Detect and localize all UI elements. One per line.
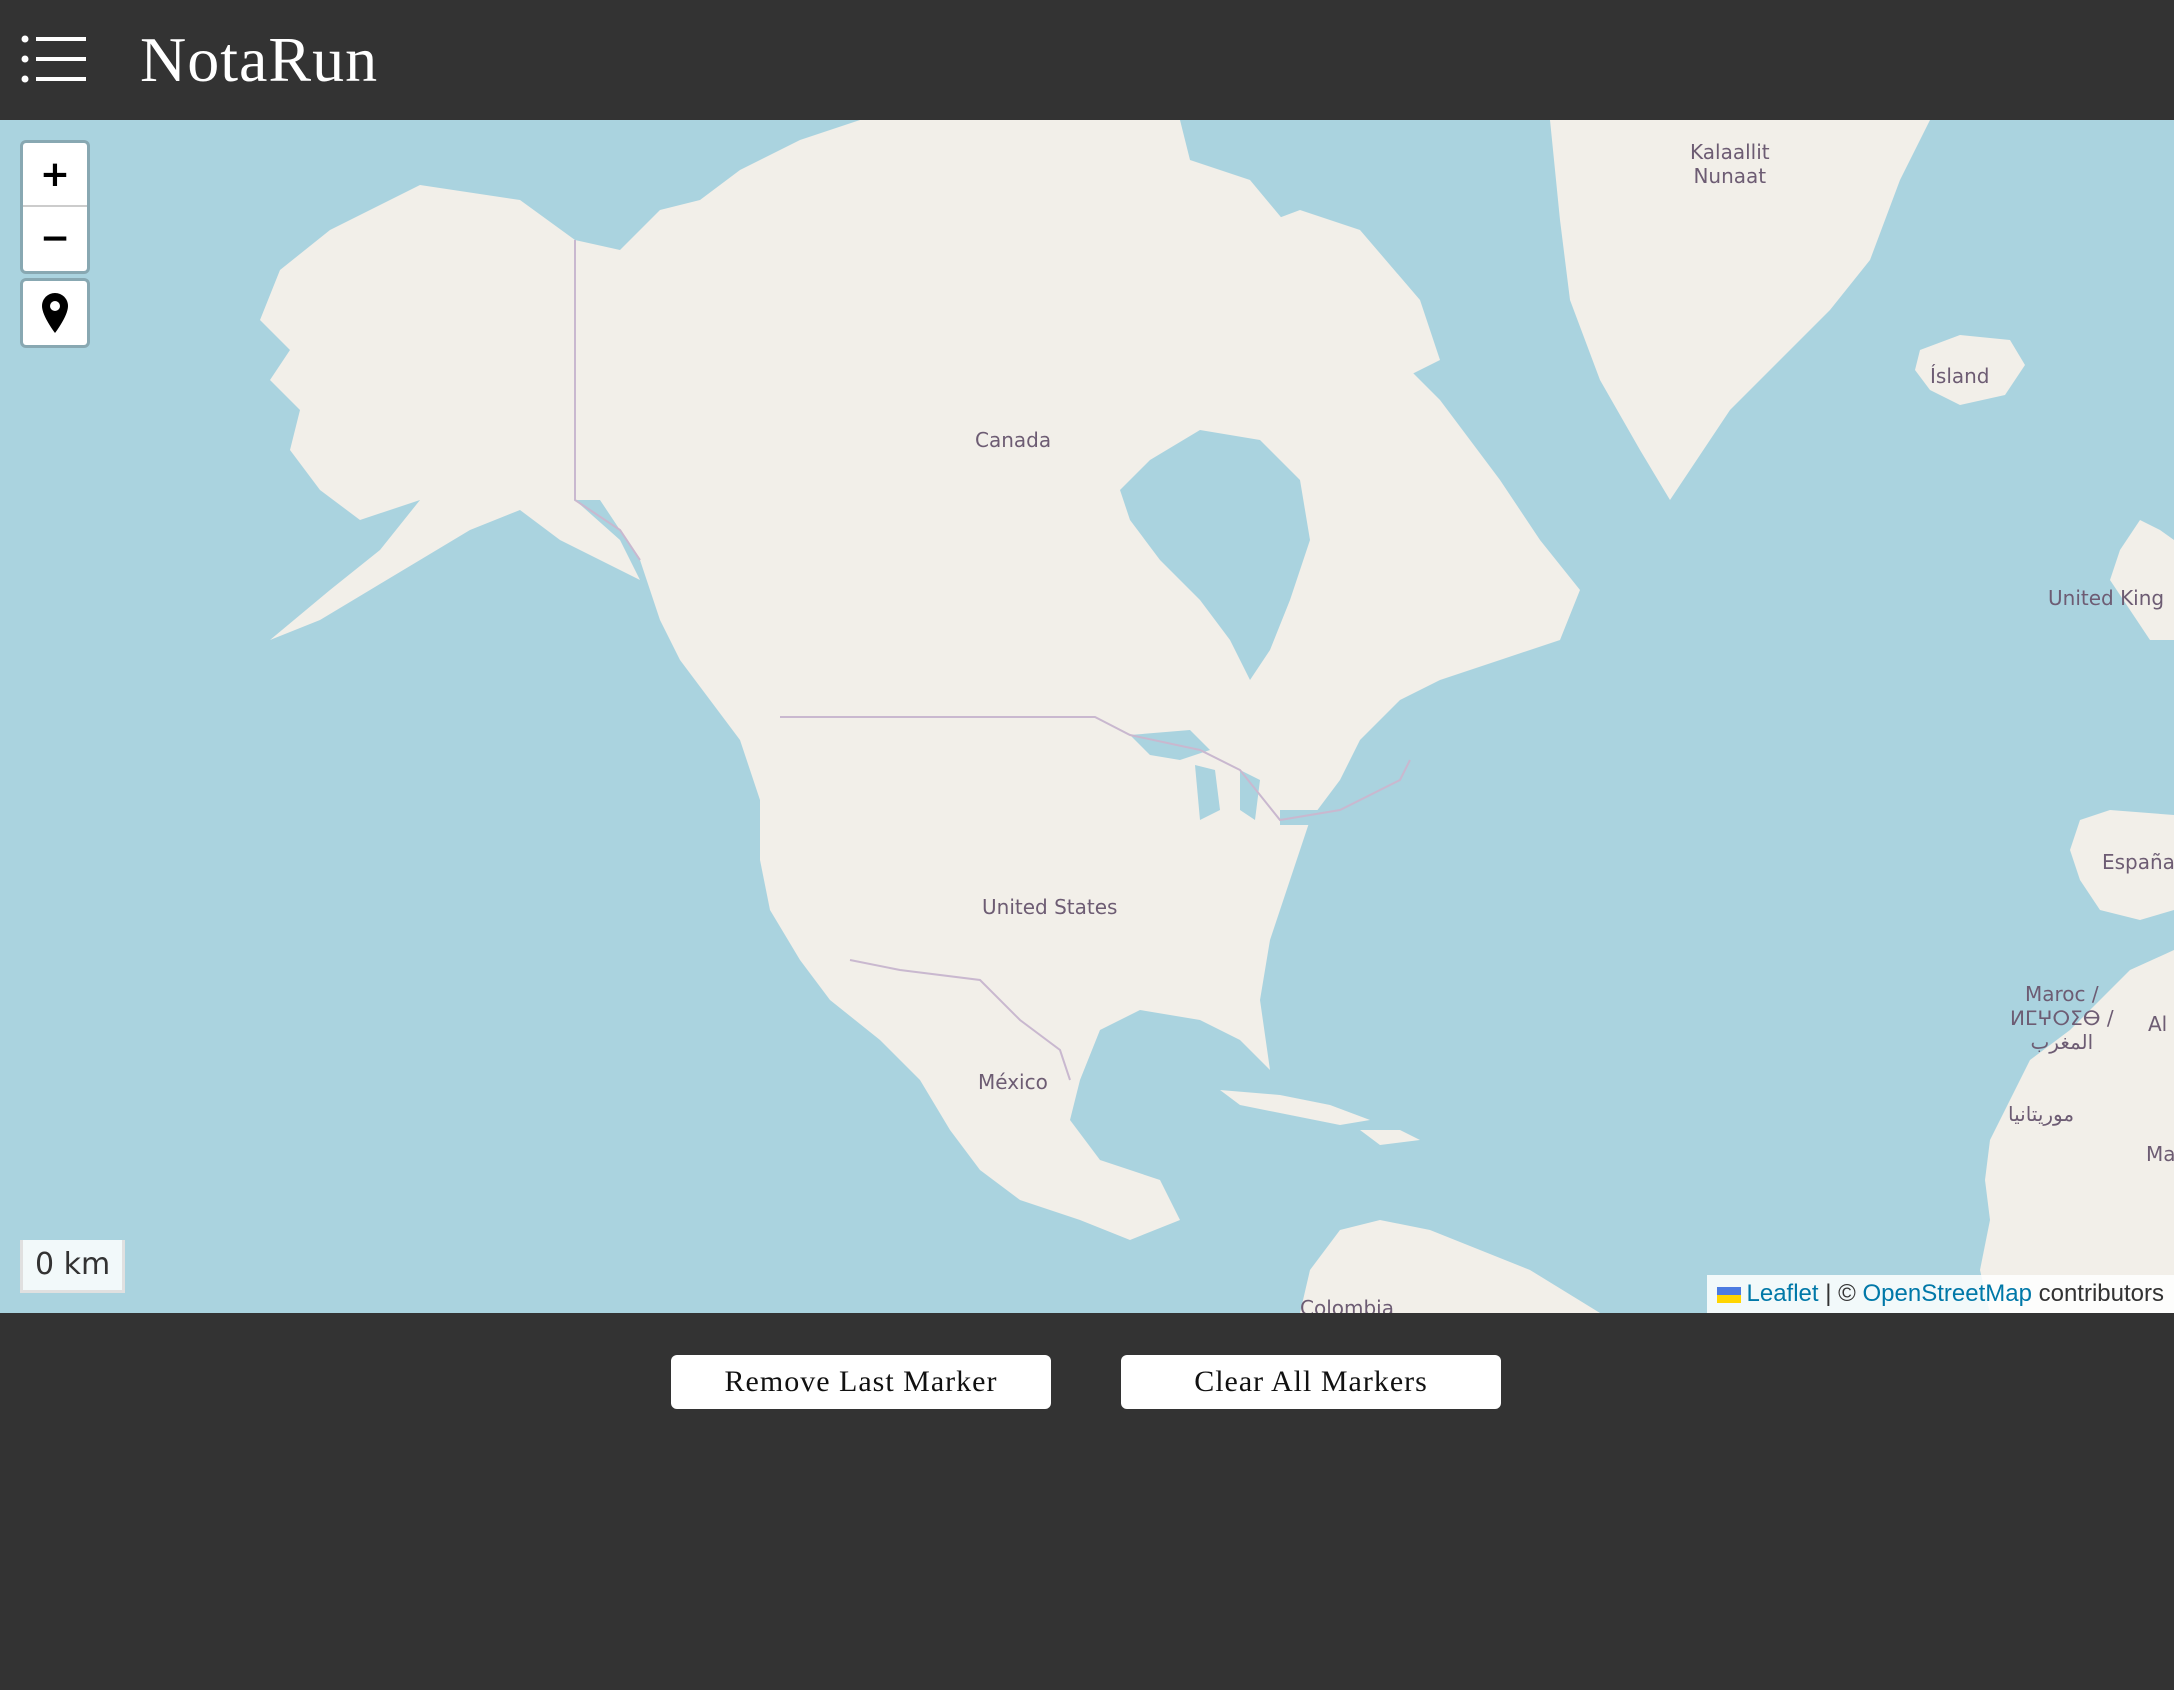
app-root: NotaRun Kalaallit Nunaat Ísland Canada U… [0,0,2174,1690]
actions-bar: Remove Last Marker Clear All Markers [0,1313,2174,1690]
zoom-control: + − [20,140,90,274]
scale-indicator: 0 km [20,1240,126,1293]
label-ma: Ma [2146,1142,2174,1166]
land-north-america [575,120,1580,1240]
map-tiles [260,120,2174,1313]
land-cuba [1220,1090,1370,1125]
label-island: Ísland [1930,364,1990,388]
label-al: Al [2148,1012,2168,1036]
label-canada: Canada [975,428,1052,452]
menu-button[interactable] [20,34,86,84]
land-uk [2110,520,2174,640]
attribution-separator: | © [1818,1280,1863,1307]
app-header: NotaRun [0,0,2174,120]
map-attribution: Leaflet | © OpenStreetMap contributors [1706,1275,2174,1313]
openstreetmap-link[interactable]: OpenStreetMap [1863,1280,2032,1307]
leaflet-link[interactable]: Leaflet [1747,1280,1819,1307]
label-espana: España [2102,850,2174,874]
ukraine-flag-icon [1716,1286,1741,1303]
label-united-states: United States [982,895,1118,919]
label-mexico: México [978,1070,1048,1094]
app-title: NotaRun [140,24,379,95]
zoom-out-button[interactable]: − [23,207,87,269]
land-hispaniola [1360,1130,1420,1145]
label-kalaallit-nunaat: Kalaallit Nunaat [1690,140,1770,188]
label-mauritania: موريتانيا [2008,1102,2075,1126]
label-maroc: Maroc / ⵍⵎⵖⵔⵉⴱ / المغرب [2010,982,2114,1054]
zoom-in-button[interactable]: + [23,143,87,207]
attribution-suffix: contributors [2031,1280,2164,1307]
locate-button[interactable] [20,278,90,348]
clear-all-markers-button[interactable]: Clear All Markers [1121,1355,1501,1409]
map-pin-icon [42,293,68,333]
remove-last-marker-button[interactable]: Remove Last Marker [671,1355,1051,1409]
label-colombia: Colombia [1300,1296,1394,1313]
label-united-kingdom: United King [2048,586,2165,610]
map-view[interactable]: Kalaallit Nunaat Ísland Canada United Ki… [0,120,2174,1313]
list-icon [21,35,86,83]
